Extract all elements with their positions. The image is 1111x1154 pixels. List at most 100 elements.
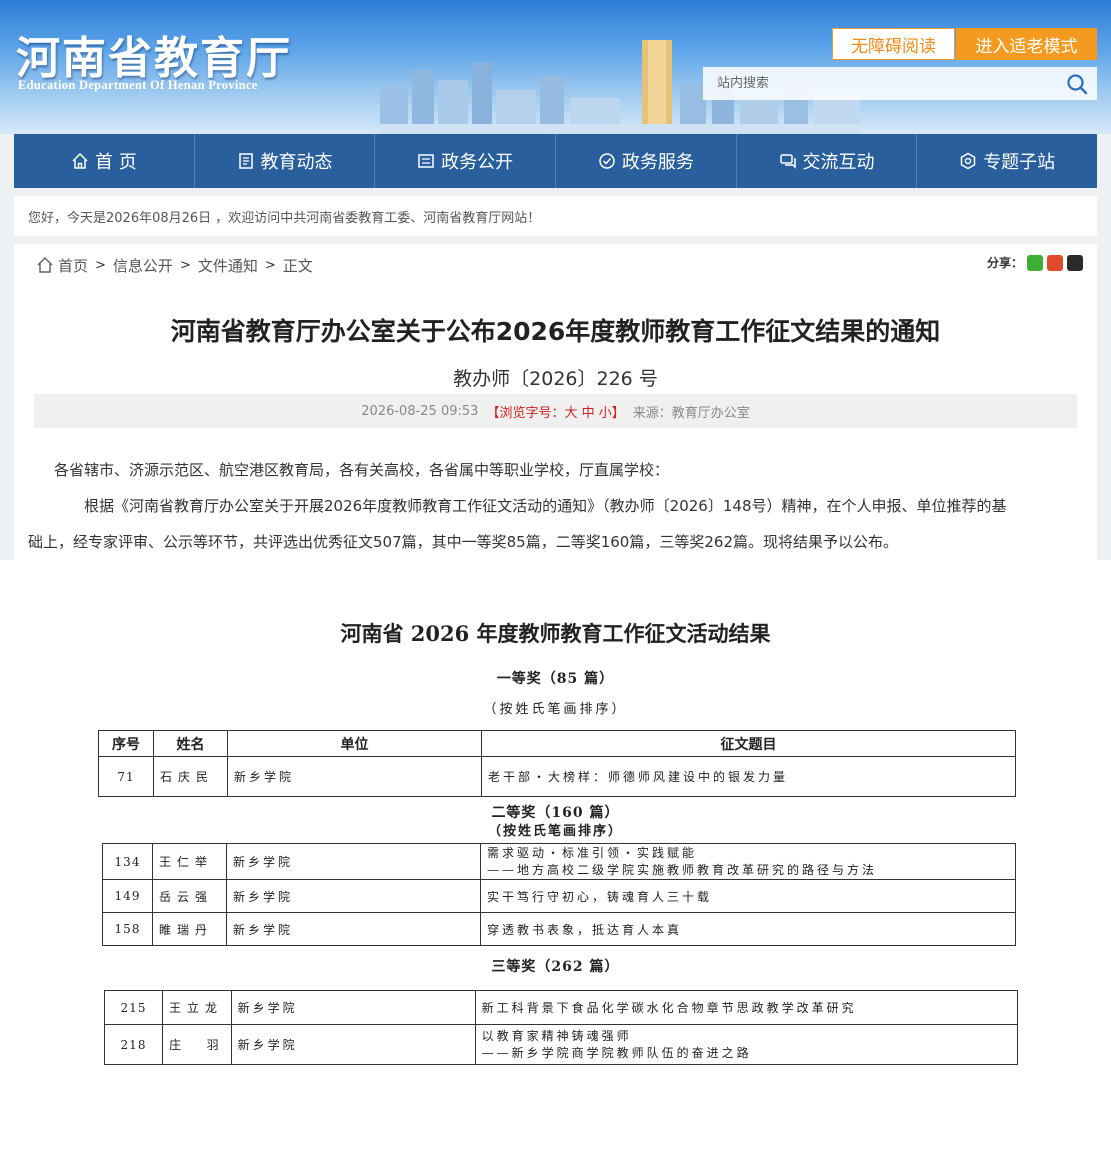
elder-mode-button[interactable]: 进入适老模式 — [956, 28, 1097, 60]
document-icon — [238, 153, 253, 169]
nav-item-education-news[interactable]: 教育动态 — [195, 134, 376, 188]
table-row: 71 石庆民 新乡学院 老干部・大榜样：师德师风建设中的银发力量 — [98, 756, 1016, 797]
cell-name: 王立龙 — [162, 990, 232, 1025]
welcome-message: 您好，今天是2026年08月26日 ，欢迎访问中共河南省委教育工委、河南省教育厅… — [14, 196, 1097, 236]
third-prize-heading: 三等奖（262 篇） — [491, 959, 620, 975]
cell-unit: 新乡学院 — [227, 756, 482, 797]
nav-item-label: 政务服务 — [621, 152, 694, 173]
article-meta: 2026-08-25 09:53 【浏览字号：大 中 小】 来源：教育厅办公室 — [34, 394, 1077, 428]
table-row: 149 岳云强 新乡学院 实干笃行守初心，铸魂育人三十载 — [102, 879, 1016, 913]
site-search-input[interactable] — [703, 67, 1057, 100]
cell-unit: 新乡学院 — [230, 990, 476, 1025]
results-title: 河南省 2026 年度教师教育工作征文活动结果 — [340, 621, 771, 646]
wechat-icon[interactable] — [1027, 254, 1043, 271]
table-row: 134 王仁举 新乡学院 需求驱动・标准引领・实践赋能 ——地方高校二级学院实施… — [102, 843, 1016, 880]
cell-no: 134 — [102, 843, 153, 880]
home-icon — [72, 152, 88, 169]
cell-name: 岳云强 — [152, 879, 227, 913]
breadcrumb-separator: > — [95, 257, 106, 273]
breadcrumb-link-notices[interactable]: 文件通知 — [198, 255, 258, 276]
cell-title: 需求驱动・标准引领・实践赋能 ——地方高校二级学院实施教师教育改革研究的路径与方… — [480, 843, 1016, 880]
breadcrumb-current: 正文 — [282, 256, 313, 275]
breadcrumb-separator: > — [179, 257, 191, 273]
cell-name: 睢瑞丹 — [152, 912, 227, 946]
main-nav: 首 页 教育动态 政务公开 政务服务 交流互动 专题子站 — [14, 134, 1097, 188]
breadcrumb: 首页 > 信息公开 > 文件通知 > 正文 — [36, 254, 313, 276]
font-size-switcher[interactable]: 【浏览字号：大 中 小】 — [486, 402, 624, 421]
article-source: 来源：教育厅办公室 — [632, 405, 750, 421]
nav-item-label: 专题子站 — [983, 152, 1056, 173]
share-bar: 分享： — [987, 254, 1083, 271]
article-body: 各省辖市、济源示范区、航空港区教育局，各有关高校，各省属中等职业学校，厅直属学校… — [28, 452, 1064, 560]
header-banner: 河南省教育厅 Education Department Of Henan Pro… — [0, 0, 1111, 134]
first-prize-table: 序号 姓名 单位 征文题目 71 石庆民 新乡学院 老干部・大榜样：师德师风建设… — [98, 730, 1016, 797]
site-page: 河南省教育厅 Education Department Of Henan Pro… — [0, 0, 1111, 560]
nav-item-label: 交流互动 — [802, 152, 875, 173]
cell-no: 158 — [102, 912, 153, 946]
sort-note: （按姓氏笔画排序） — [487, 824, 623, 839]
cell-no: 149 — [102, 879, 153, 913]
qq-icon[interactable] — [1067, 254, 1083, 271]
second-prize-table: 134 王仁举 新乡学院 需求驱动・标准引领・实践赋能 ——地方高校二级学院实施… — [102, 843, 1016, 946]
table-header-row: 序号 姓名 单位 征文题目 — [98, 730, 1016, 757]
column-header: 姓名 — [153, 730, 228, 757]
cell-unit: 新乡学院 — [226, 912, 481, 946]
cell-unit: 新乡学院 — [226, 843, 481, 880]
column-header: 征文题目 — [481, 730, 1016, 757]
cell-name: 王仁举 — [152, 843, 227, 880]
site-logo-subtitle: Education Department Of Henan Province — [18, 78, 258, 92]
weibo-icon[interactable] — [1047, 254, 1063, 271]
cell-title: 实干笃行守初心，铸魂育人三十载 — [480, 879, 1016, 913]
site-search-bar — [703, 67, 1097, 100]
article-panel: 首页 > 信息公开 > 文件通知 > 正文 分享： 河南省教育厅办公室关于公布2… — [14, 244, 1097, 560]
nav-item-government-affairs[interactable]: 政务公开 — [375, 134, 557, 188]
publish-date: 2026-08-25 09:53 — [361, 403, 479, 419]
sort-note: （按姓氏笔画排序） — [483, 702, 628, 717]
title-line: ——地方高校二级学院实施教师教育改革研究的路径与方法 — [487, 862, 878, 877]
column-header: 序号 — [98, 730, 154, 757]
notice-icon — [418, 154, 434, 168]
topic-icon — [960, 152, 976, 170]
cell-name: 石庆民 — [153, 756, 228, 797]
first-prize-heading: 一等奖（85 篇） — [496, 671, 615, 687]
table-row: 215 王立龙 新乡学院 新工科背景下食品化学碳水化合物章节思政教学改革研究 — [104, 990, 1019, 1025]
body-paragraph: 根据《河南省教育厅办公室关于开展2026年度教师教育工作征文活动的通知》（教办师… — [84, 497, 1007, 515]
body-paragraph: 础上，经专家评审、公示等环节，共评选出优秀征文507篇，其中一等奖85篇，二等奖… — [28, 533, 898, 551]
cell-unit: 新乡学院 — [230, 1024, 476, 1065]
accessible-reading-button[interactable]: 无障碍阅读 — [832, 28, 955, 60]
title-line: ——新乡学院商学院教师队伍的奋进之路 — [481, 1045, 752, 1060]
nav-item-label: 首 页 — [94, 152, 137, 173]
cell-unit: 新乡学院 — [226, 879, 481, 913]
title-line: 需求驱动・标准引领・实践赋能 — [487, 845, 698, 860]
cell-name: 庄 羽 — [162, 1024, 232, 1065]
cell-title: 新工科背景下食品化学碳水化合物章节思政教学改革研究 — [474, 990, 1019, 1025]
nav-item-interaction[interactable]: 交流互动 — [737, 134, 918, 188]
table-row: 158 睢瑞丹 新乡学院 穿透教书表象，抵达育人本真 — [102, 912, 1016, 946]
cell-title: 老干部・大榜样：师德师风建设中的银发力量 — [481, 756, 1016, 797]
cell-no: 218 — [104, 1024, 163, 1065]
document-number: 教办师〔2026〕226 号 — [453, 368, 658, 390]
service-icon — [599, 153, 615, 169]
nav-item-government-services[interactable]: 政务服务 — [556, 134, 737, 188]
breadcrumb-link-home[interactable]: 首页 — [58, 255, 88, 276]
third-prize-table: 215 王立龙 新乡学院 新工科背景下食品化学碳水化合物章节思政教学改革研究 2… — [104, 990, 1019, 1065]
chat-icon — [779, 154, 796, 169]
cell-no: 71 — [98, 756, 154, 797]
table-row: 218 庄 羽 新乡学院 以教育家精神铸魂强师 ——新乡学院商学院教师队伍的奋进… — [104, 1024, 1019, 1065]
breadcrumb-separator: > — [264, 257, 276, 273]
title-line: 以教育家精神铸魂强师 — [481, 1028, 632, 1043]
nav-item-home[interactable]: 首 页 — [14, 134, 195, 188]
nav-item-label: 政务公开 — [441, 152, 514, 173]
breadcrumb-link-info[interactable]: 信息公开 — [113, 255, 173, 276]
search-icon[interactable] — [1057, 67, 1097, 100]
site-logo-title[interactable]: 河南省教育厅 — [16, 22, 292, 86]
results-image: 河南省 2026 年度教师教育工作征文活动结果 一等奖（85 篇） （按姓氏笔画… — [0, 560, 1111, 1154]
column-header: 单位 — [227, 730, 482, 757]
cell-no: 215 — [104, 990, 163, 1025]
second-prize-heading: 二等奖（160 篇） — [491, 805, 620, 821]
article-title: 河南省教育厅办公室关于公布2026年度教师教育工作征文结果的通知 — [170, 317, 941, 346]
cell-title: 以教育家精神铸魂强师 ——新乡学院商学院教师队伍的奋进之路 — [474, 1024, 1019, 1065]
recipients-line: 各省辖市、济源示范区、航空港区教育局，各有关高校，各省属中等职业学校，厅直属学校… — [54, 461, 670, 479]
nav-item-special-sites[interactable]: 专题子站 — [917, 134, 1097, 188]
nav-item-label: 教育动态 — [260, 152, 333, 173]
